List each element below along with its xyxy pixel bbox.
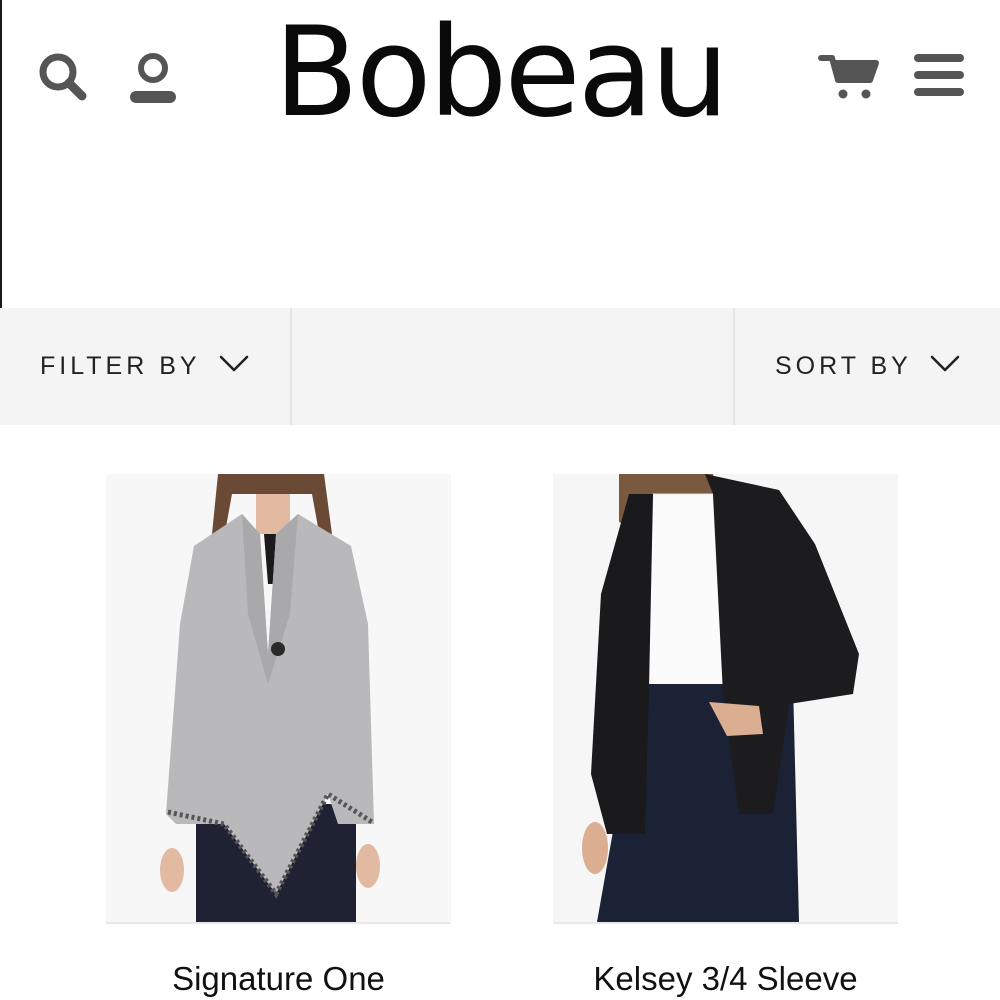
model-black-cardigan-illustration [553,474,898,922]
sort-by-label: SORT BY [775,352,912,380]
cart-icon[interactable] [818,50,882,102]
sort-divider [733,308,735,425]
filter-by-button[interactable]: FILTER BY [40,308,249,425]
filter-sort-bar: FILTER BY SORT BY [0,308,1000,425]
product-divider [106,922,451,924]
product-card[interactable]: Signature One [106,474,451,997]
product-image[interactable] [106,474,451,922]
search-icon[interactable] [34,48,92,106]
account-icon[interactable] [124,50,182,108]
chevron-down-icon [930,354,960,379]
menu-icon[interactable] [910,50,968,100]
product-card[interactable]: Kelsey 3/4 Sleeve [553,474,898,997]
product-divider [553,922,898,924]
product-name[interactable]: Signature One [86,960,471,998]
sort-by-button[interactable]: SORT BY [775,308,960,425]
brand-logo[interactable]: Bobeau [250,8,750,138]
filter-by-label: FILTER BY [40,352,201,380]
filter-divider [290,308,292,425]
product-listing-page: Bobeau FILTER BY SORT BY Signature One K… [0,0,1000,1000]
model-gray-cardigan-illustration [106,474,451,922]
chevron-down-icon [219,354,249,379]
site-header: Bobeau [0,0,1000,160]
product-image[interactable] [553,474,898,922]
product-name[interactable]: Kelsey 3/4 Sleeve [533,960,918,998]
